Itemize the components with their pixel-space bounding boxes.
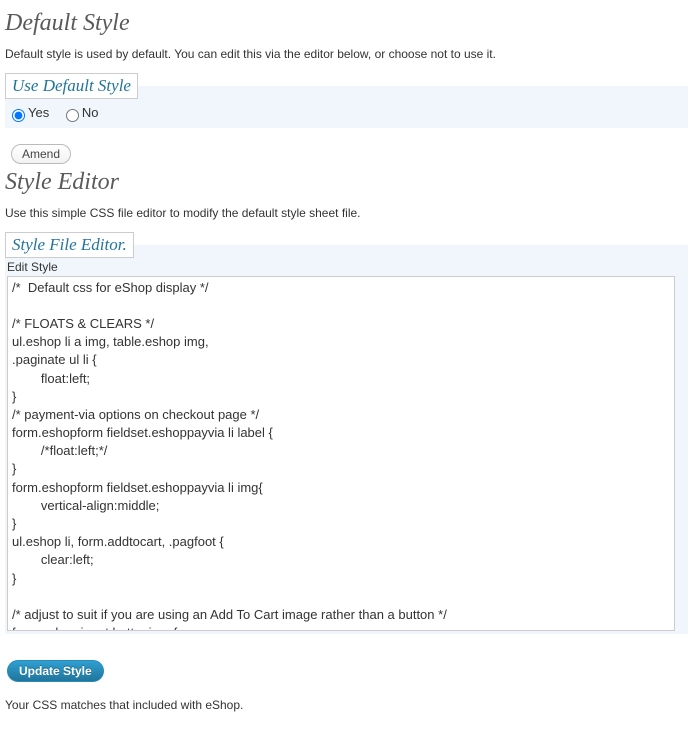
edit-style-label: Edit Style — [5, 258, 688, 274]
default-style-description: Default style is used by default. You ca… — [5, 47, 688, 61]
style-editor-description: Use this simple CSS file editor to modif… — [5, 206, 688, 220]
yes-text: Yes — [28, 105, 49, 120]
style-file-editor-legend: Style File Editor. — [5, 232, 134, 258]
amend-button[interactable]: Amend — [11, 144, 71, 164]
no-radio-label[interactable]: No — [61, 105, 99, 120]
default-style-heading: Default Style — [5, 10, 688, 37]
css-editor-textarea[interactable] — [7, 276, 675, 631]
default-style-radio-row: Yes No — [5, 99, 688, 128]
update-style-button[interactable]: Update Style — [7, 660, 104, 682]
style-editor-heading: Style Editor — [5, 169, 688, 196]
yes-radio-label[interactable]: Yes — [7, 105, 53, 120]
css-match-status: Your CSS matches that included with eSho… — [5, 698, 688, 712]
no-radio[interactable] — [66, 109, 79, 122]
use-default-style-legend: Use Default Style — [5, 73, 138, 99]
yes-radio[interactable] — [12, 109, 25, 122]
use-default-style-fieldset: Use Default Style Yes No — [5, 73, 688, 128]
style-file-editor-fieldset: Style File Editor. Edit Style — [5, 232, 688, 634]
no-text: No — [82, 105, 99, 120]
